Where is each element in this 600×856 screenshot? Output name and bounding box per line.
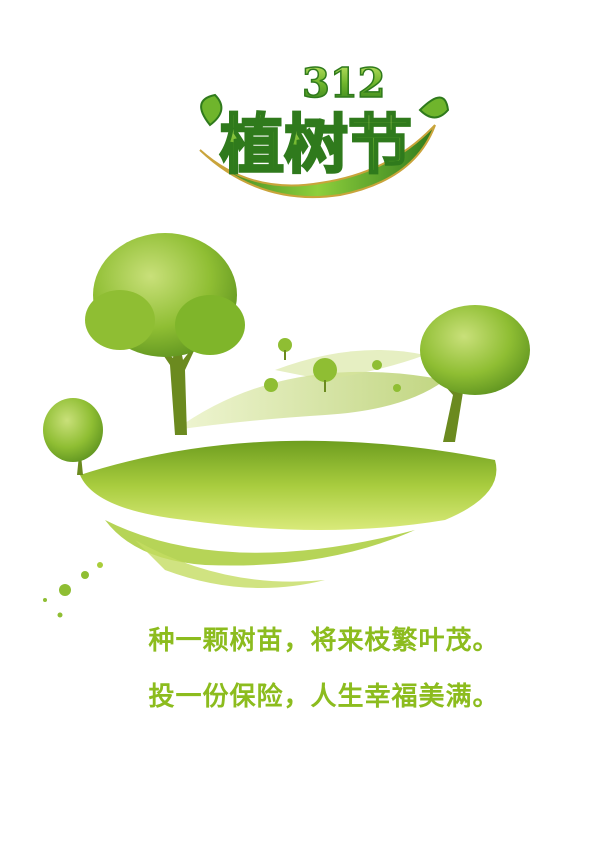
- splatter: [57, 612, 63, 618]
- slogan-line-1: 种一颗树苗，将来枝繁叶茂。: [148, 626, 500, 656]
- slogan-line-2: 投一份保险，人生幸福美满。: [148, 682, 500, 712]
- tiny-tree-trunk: [284, 350, 286, 360]
- logo-number: 312: [302, 60, 386, 107]
- logo-title: 植树节: [220, 109, 412, 183]
- splatter: [43, 598, 47, 602]
- splatter: [59, 584, 71, 596]
- logo-leaf-left: [200, 93, 223, 127]
- tiny-tree: [278, 338, 292, 352]
- tree-hill-graphic: [43, 233, 530, 618]
- main-hill: [80, 440, 497, 530]
- right-tree-canopy: [420, 305, 530, 395]
- back-swirl: [175, 371, 445, 430]
- poster: 312 植树节 种一颗树苗，将来枝繁叶茂。 投一份保险，人生幸福美满。: [0, 0, 600, 856]
- tiny-tree-trunk: [324, 380, 326, 392]
- tiny-tree: [264, 378, 278, 392]
- tiny-tree: [372, 360, 382, 370]
- logo-leaf-right: [418, 96, 450, 119]
- arbor-day-logo-graphic: 312 植树节: [199, 59, 450, 199]
- splatter: [97, 562, 103, 568]
- big-tree-canopy-part: [85, 290, 155, 350]
- small-left-tree-canopy: [43, 398, 103, 462]
- big-tree-canopy-part: [175, 295, 245, 355]
- splatter: [81, 571, 89, 579]
- tiny-tree: [393, 384, 401, 392]
- tree-hill-illustration: [25, 220, 565, 640]
- tiny-tree: [313, 358, 337, 382]
- arbor-day-logo: 312 植树节: [190, 55, 450, 205]
